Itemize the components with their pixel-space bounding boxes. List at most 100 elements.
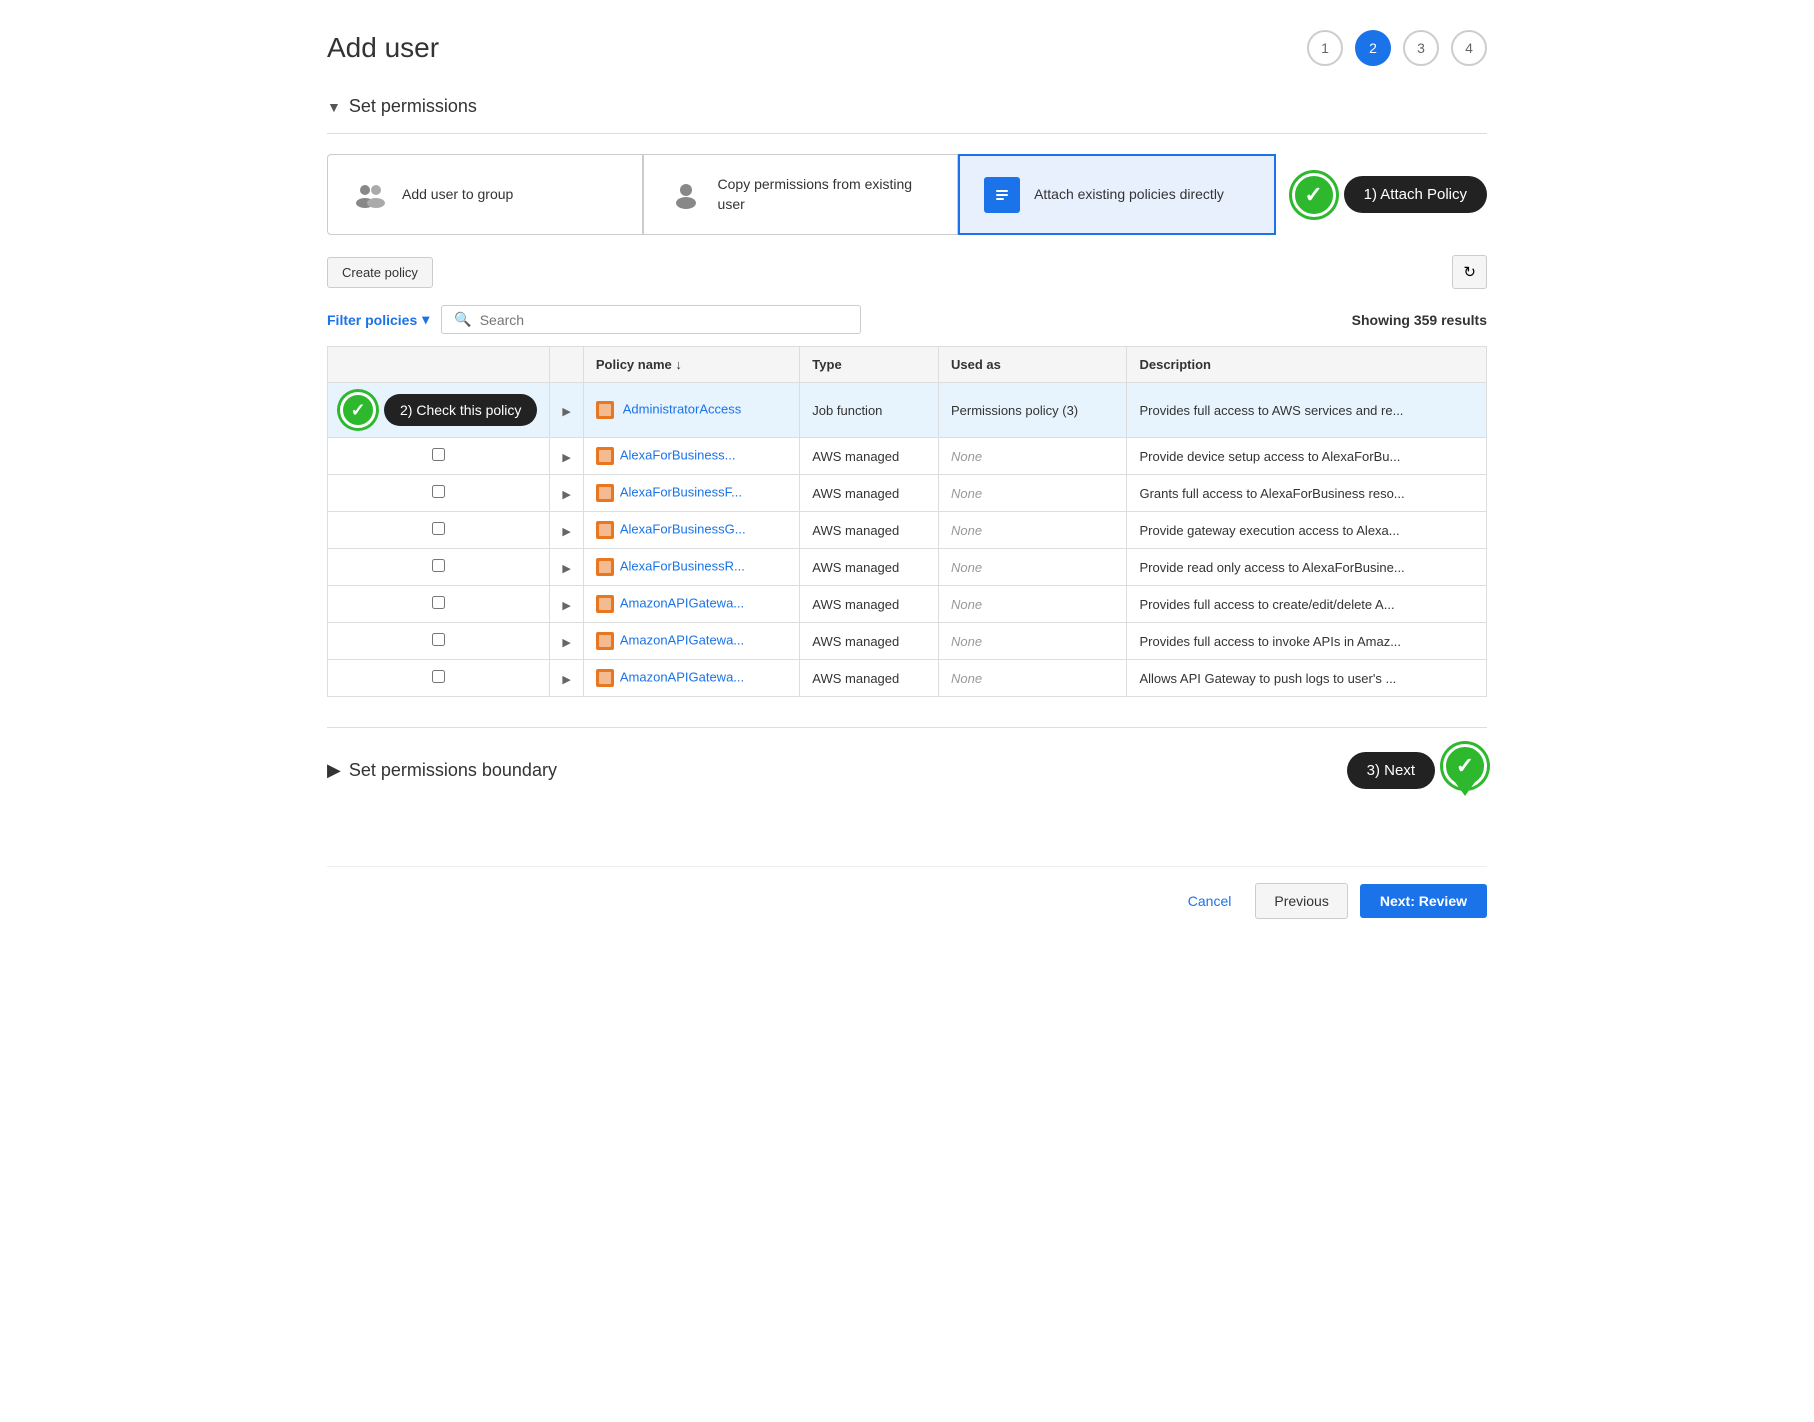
row-expand-cell[interactable]: ▶ bbox=[550, 549, 583, 586]
row-policy-name[interactable]: AmazonAPIGatewa... bbox=[583, 660, 799, 697]
row-checkbox[interactable] bbox=[432, 633, 445, 646]
boundary-label: Set permissions boundary bbox=[349, 760, 557, 781]
row-expand-cell[interactable]: ▶ bbox=[550, 660, 583, 697]
row-description: Allows API Gateway to push logs to user'… bbox=[1127, 660, 1487, 697]
row-expand-cell[interactable]: ▶ bbox=[550, 586, 583, 623]
permissions-boundary-header: ▶ Set permissions boundary 3) Next ✓ bbox=[327, 728, 1487, 796]
row-checkbox[interactable] bbox=[432, 670, 445, 683]
expand-button[interactable]: ▶ bbox=[562, 451, 570, 464]
row-description: Provides full access to create/edit/dele… bbox=[1127, 586, 1487, 623]
row-checkbox-cell[interactable] bbox=[328, 438, 550, 475]
row-checkbox-cell[interactable] bbox=[328, 549, 550, 586]
row-expand-cell[interactable]: ▶ bbox=[550, 438, 583, 475]
row-description: Provides full access to AWS services and… bbox=[1127, 383, 1487, 438]
row-description: Provide gateway execution access to Alex… bbox=[1127, 512, 1487, 549]
attach-policy-callout: ✓ 1) Attach Policy bbox=[1292, 173, 1487, 217]
create-policy-button[interactable]: Create policy bbox=[327, 257, 433, 288]
row-expand-cell[interactable]: ▶ bbox=[550, 512, 583, 549]
step-3[interactable]: 3 bbox=[1403, 30, 1439, 66]
option-add-user-to-group[interactable]: Add user to group bbox=[327, 154, 643, 235]
policy-icon bbox=[596, 558, 614, 576]
table-row: ✓ 2) Check this policy ▶ AdministratorAc… bbox=[328, 383, 1487, 438]
policy-name-link[interactable]: AmazonAPIGatewa... bbox=[620, 670, 744, 685]
filter-label: Filter policies bbox=[327, 312, 417, 328]
row-checkbox-cell[interactable] bbox=[328, 623, 550, 660]
check-policy-label: 2) Check this policy bbox=[384, 394, 537, 426]
expand-button[interactable]: ▶ bbox=[562, 488, 570, 501]
row-checkbox[interactable] bbox=[432, 596, 445, 609]
policy-name-link[interactable]: AlexaForBusiness... bbox=[620, 448, 736, 463]
step-4[interactable]: 4 bbox=[1451, 30, 1487, 66]
row-used-as: None bbox=[938, 438, 1126, 475]
row-policy-name[interactable]: AmazonAPIGatewa... bbox=[583, 586, 799, 623]
row-checkbox[interactable] bbox=[432, 448, 445, 461]
expand-button[interactable]: ▶ bbox=[562, 562, 570, 575]
check-policy-icon: ✓ bbox=[340, 392, 376, 428]
row-expand-cell[interactable]: ▶ bbox=[550, 383, 583, 438]
policy-name-link[interactable]: AlexaForBusinessR... bbox=[620, 559, 745, 574]
row-checkbox-cell[interactable]: ✓ 2) Check this policy bbox=[328, 383, 550, 438]
policy-name-link[interactable]: AlexaForBusinessG... bbox=[620, 522, 746, 537]
row-description: Provide device setup access to AlexaForB… bbox=[1127, 438, 1487, 475]
expand-button[interactable]: ▶ bbox=[562, 525, 570, 538]
policy-name-link[interactable]: AmazonAPIGatewa... bbox=[620, 596, 744, 611]
policy-icon bbox=[596, 595, 614, 613]
row-checkbox[interactable] bbox=[432, 522, 445, 535]
filter-policies-button[interactable]: Filter policies ▾ bbox=[327, 311, 429, 328]
row-description: Grants full access to AlexaForBusiness r… bbox=[1127, 475, 1487, 512]
footer-actions: Cancel Previous Next: Review bbox=[327, 866, 1487, 919]
attach-policy-check-icon: ✓ bbox=[1292, 173, 1336, 217]
option-copy-permissions[interactable]: Copy permissions from existing user bbox=[643, 154, 959, 235]
table-row: ▶ AmazonAPIGatewa... AWS managed None Pr… bbox=[328, 586, 1487, 623]
search-input[interactable] bbox=[480, 312, 849, 328]
row-type: AWS managed bbox=[800, 438, 939, 475]
person-icon bbox=[668, 177, 704, 213]
option-copy-label: Copy permissions from existing user bbox=[718, 175, 934, 214]
search-box: 🔍 bbox=[441, 305, 861, 334]
policy-icon bbox=[596, 669, 614, 687]
refresh-button[interactable]: ↻ bbox=[1452, 255, 1487, 289]
row-policy-name[interactable]: AmazonAPIGatewa... bbox=[583, 623, 799, 660]
expand-button[interactable]: ▶ bbox=[562, 599, 570, 612]
next-callout: 3) Next ✓ bbox=[1347, 744, 1487, 796]
row-expand-cell[interactable]: ▶ bbox=[550, 475, 583, 512]
toolbar-row: Create policy ↻ bbox=[327, 255, 1487, 289]
table-row: ▶ AlexaForBusiness... AWS managed None P… bbox=[328, 438, 1487, 475]
policy-name-link[interactable]: AmazonAPIGatewa... bbox=[620, 633, 744, 648]
row-policy-name[interactable]: AlexaForBusinessR... bbox=[583, 549, 799, 586]
row-checkbox[interactable] bbox=[432, 559, 445, 572]
policy-icon bbox=[596, 484, 614, 502]
step-1[interactable]: 1 bbox=[1307, 30, 1343, 66]
cancel-button[interactable]: Cancel bbox=[1176, 885, 1244, 917]
expand-button[interactable]: ▶ bbox=[562, 405, 570, 418]
row-expand-cell[interactable]: ▶ bbox=[550, 623, 583, 660]
row-type: Job function bbox=[800, 383, 939, 438]
section-divider bbox=[327, 133, 1487, 134]
expand-button[interactable]: ▶ bbox=[562, 636, 570, 649]
row-policy-name[interactable]: AlexaForBusinessF... bbox=[583, 475, 799, 512]
row-description: Provides full access to invoke APIs in A… bbox=[1127, 623, 1487, 660]
next-green-arrow: ✓ bbox=[1443, 744, 1487, 796]
option-attach-policies[interactable]: Attach existing policies directly bbox=[958, 154, 1276, 235]
next-review-button[interactable]: Next: Review bbox=[1360, 884, 1487, 918]
row-checkbox[interactable] bbox=[432, 485, 445, 498]
step-2[interactable]: 2 bbox=[1355, 30, 1391, 66]
previous-button[interactable]: Previous bbox=[1255, 883, 1347, 919]
policy-name-link[interactable]: AlexaForBusinessF... bbox=[620, 485, 742, 500]
row-checkbox-cell[interactable] bbox=[328, 660, 550, 697]
th-check bbox=[328, 347, 550, 383]
expand-button[interactable]: ▶ bbox=[562, 673, 570, 686]
row-checkbox-cell[interactable] bbox=[328, 586, 550, 623]
boundary-arrow: ▶ bbox=[327, 760, 341, 781]
permissions-boundary-title: ▶ Set permissions boundary bbox=[327, 760, 557, 781]
row-policy-name[interactable]: AlexaForBusiness... bbox=[583, 438, 799, 475]
row-policy-name[interactable]: AlexaForBusinessG... bbox=[583, 512, 799, 549]
row-checkbox-cell[interactable] bbox=[328, 475, 550, 512]
policy-name-link[interactable]: AdministratorAccess bbox=[623, 402, 741, 417]
search-icon: 🔍 bbox=[454, 311, 471, 328]
row-policy-name[interactable]: AdministratorAccess bbox=[583, 383, 799, 438]
policy-table: Policy name ↓ Type Used as Description ✓… bbox=[327, 346, 1487, 697]
table-row: ▶ AmazonAPIGatewa... AWS managed None Al… bbox=[328, 660, 1487, 697]
th-policy-name[interactable]: Policy name ↓ bbox=[583, 347, 799, 383]
row-checkbox-cell[interactable] bbox=[328, 512, 550, 549]
